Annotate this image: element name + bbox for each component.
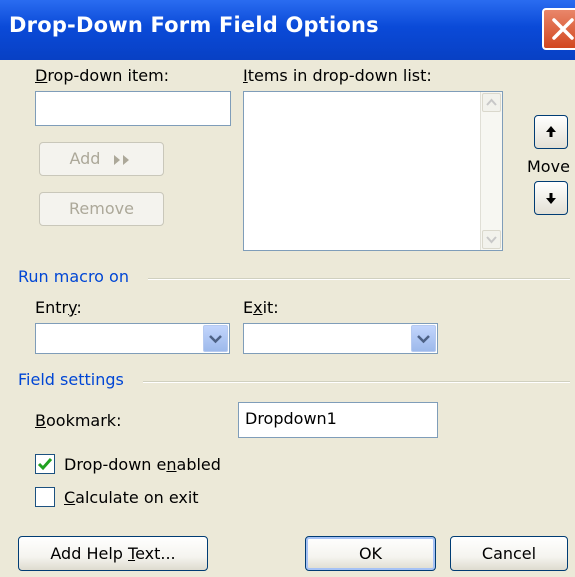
bookmark-label: Bookmark: xyxy=(35,411,122,430)
cancel-button[interactable]: Cancel xyxy=(450,536,568,571)
field-settings-group-title: Field settings xyxy=(18,370,124,389)
chevron-down-icon xyxy=(486,236,497,244)
remove-button[interactable]: Remove xyxy=(39,192,164,226)
arrow-down-icon xyxy=(546,193,556,204)
bookmark-input[interactable]: Dropdown1 xyxy=(238,402,438,438)
add-button[interactable]: Add xyxy=(39,142,164,176)
checkmark-icon xyxy=(37,458,53,471)
items-list-label: Items in drop-down list: xyxy=(243,66,432,85)
move-up-button[interactable] xyxy=(534,115,568,149)
dropdown-item-input[interactable] xyxy=(35,91,231,126)
scroll-up-button[interactable] xyxy=(482,93,501,112)
scroll-down-button[interactable] xyxy=(482,230,501,249)
move-down-button[interactable] xyxy=(534,181,568,215)
title-bar: Drop-Down Form Field Options xyxy=(0,0,575,60)
entry-macro-combobox[interactable] xyxy=(35,323,230,354)
chevron-up-icon xyxy=(486,98,497,106)
calculate-on-exit-label[interactable]: Calculate on exit xyxy=(64,488,199,507)
move-label: Move xyxy=(527,157,570,176)
double-chevron-right-icon xyxy=(113,154,129,165)
add-help-text-button[interactable]: Add Help Text... xyxy=(18,536,208,571)
chevron-down-icon xyxy=(417,335,430,344)
exit-macro-combobox[interactable] xyxy=(243,323,438,354)
chevron-down-icon xyxy=(209,335,222,344)
entry-dropdown-button[interactable] xyxy=(203,325,228,352)
close-button[interactable] xyxy=(542,8,575,50)
run-macro-group-title: Run macro on xyxy=(18,267,129,286)
dropdown-enabled-checkbox[interactable] xyxy=(35,454,55,474)
listbox-scrollbar[interactable] xyxy=(480,92,502,250)
dropdown-item-label: Drop-down item: xyxy=(35,66,170,85)
close-icon xyxy=(552,18,574,40)
ok-button[interactable]: OK xyxy=(305,536,436,571)
items-listbox[interactable] xyxy=(243,91,503,251)
exit-label: Exit: xyxy=(243,298,279,317)
exit-dropdown-button[interactable] xyxy=(411,325,436,352)
dialog-body: Drop-down item: Add Remove Items in drop… xyxy=(0,60,575,577)
run-macro-separator xyxy=(148,278,570,280)
window-title: Drop-Down Form Field Options xyxy=(9,13,379,37)
arrow-up-icon xyxy=(546,126,556,137)
entry-label: Entry: xyxy=(35,298,82,317)
field-settings-separator xyxy=(143,381,570,383)
calculate-on-exit-checkbox[interactable] xyxy=(35,487,55,507)
dropdown-enabled-label[interactable]: Drop-down enabled xyxy=(64,455,221,474)
